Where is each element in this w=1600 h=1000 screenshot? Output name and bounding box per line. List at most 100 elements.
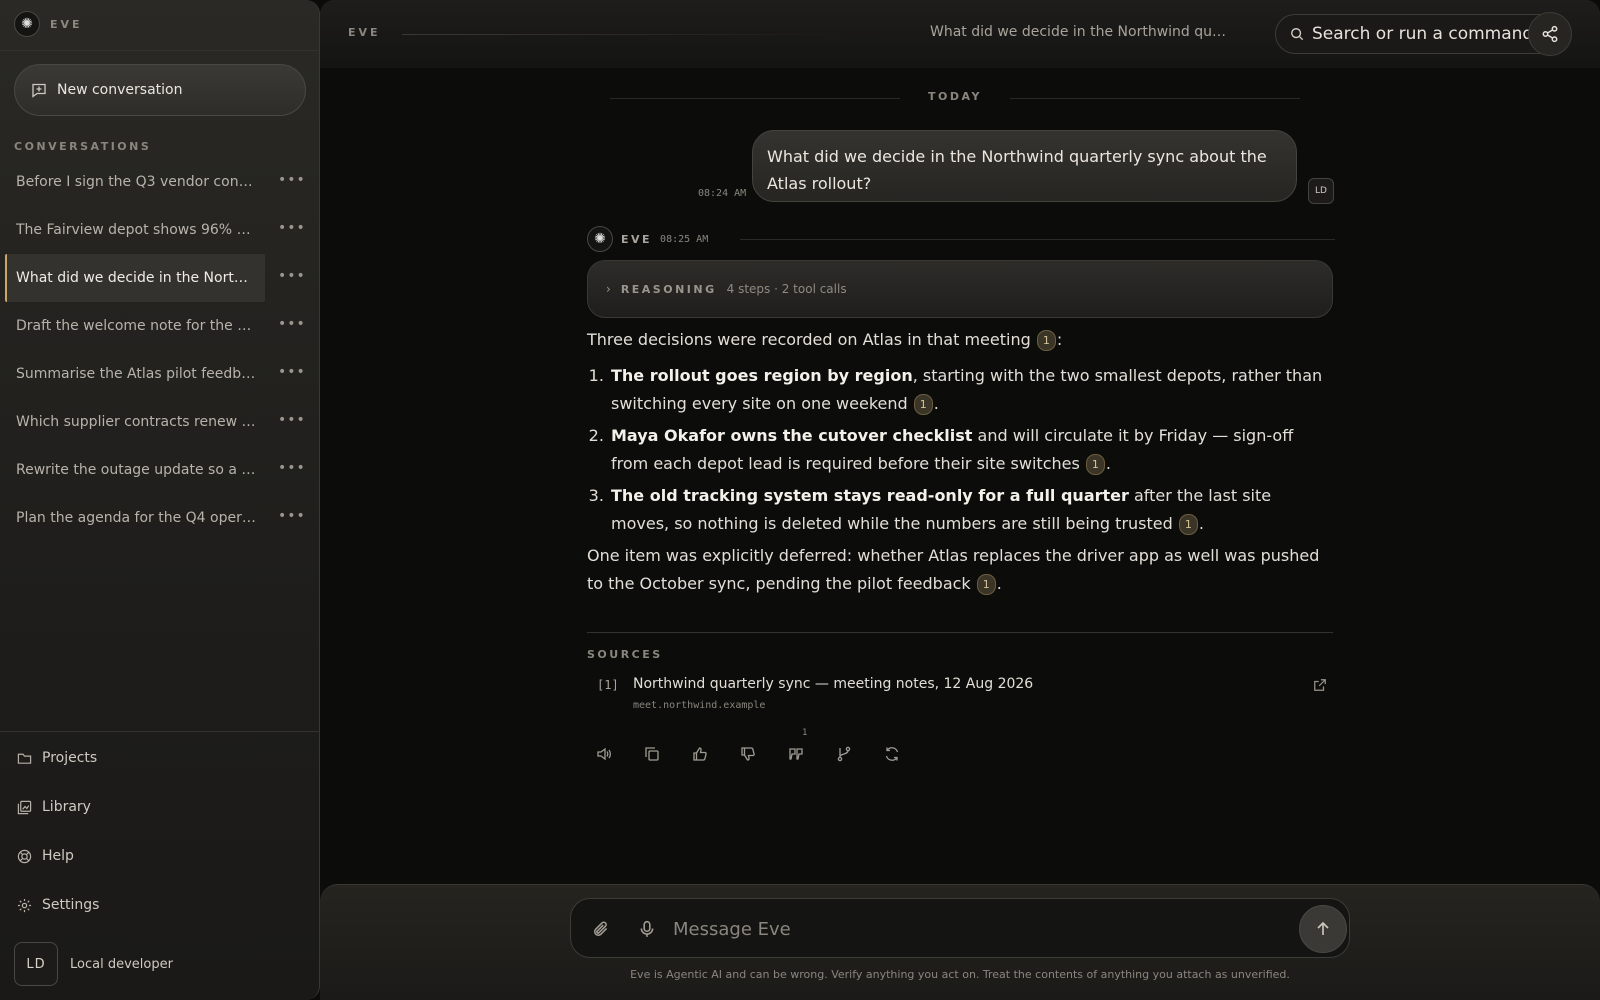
conversation-item[interactable]: Before I sign the Q3 vendor cons... ••• xyxy=(0,158,320,206)
branch-button[interactable] xyxy=(830,740,858,768)
divider xyxy=(740,239,1335,240)
topbar: EVE What did we decide in the Northwind … xyxy=(320,0,1600,68)
conversation-item[interactable]: Draft the welcome note for the ne... ••• xyxy=(0,302,320,350)
nav-library[interactable]: Library xyxy=(16,799,91,815)
conversation-item[interactable]: Which supplier contracts renew in... ••• xyxy=(0,398,320,446)
send-button[interactable] xyxy=(1299,905,1347,953)
day-separator: TODAY xyxy=(928,90,982,103)
assistant-header: ✺ EVE 08:25 AM xyxy=(587,226,708,252)
citation-badge[interactable]: 1 xyxy=(913,394,933,415)
user-profile[interactable]: LD Local developer xyxy=(14,942,173,986)
citation-badge[interactable]: 1 xyxy=(976,574,996,595)
sidebar-brand[interactable]: ✺ EVE xyxy=(14,10,83,38)
more-options-icon[interactable]: ••• xyxy=(278,364,305,384)
thumbs-up-icon xyxy=(693,747,707,761)
copy-button[interactable] xyxy=(638,740,666,768)
list-item: Maya Okafor owns the cutover checklist a… xyxy=(609,422,1333,478)
conversation-title-header: What did we decide in the Northwind quar… xyxy=(930,24,1230,40)
nav-label: Settings xyxy=(42,897,100,913)
quote-count: 1 xyxy=(802,728,808,738)
copy-icon xyxy=(645,747,659,761)
sidebar-divider xyxy=(0,50,320,51)
message-input[interactable] xyxy=(673,915,1273,943)
microphone-icon[interactable] xyxy=(635,917,659,941)
decision-bold: Maya Okafor owns the cutover checklist xyxy=(611,426,973,445)
quote-icon xyxy=(789,748,803,760)
more-options-icon[interactable]: ••• xyxy=(278,412,305,432)
conversation-item[interactable]: Rewrite the outage update so a c... ••• xyxy=(0,446,320,494)
list-item: The old tracking system stays read-only … xyxy=(609,482,1333,538)
list-item: The rollout goes region by region, start… xyxy=(609,362,1333,418)
search-icon xyxy=(1291,28,1304,41)
source-number: [1] xyxy=(597,678,619,692)
main-panel: EVE What did we decide in the Northwind … xyxy=(320,0,1600,1000)
branch-icon xyxy=(837,746,851,762)
read-aloud-button[interactable] xyxy=(590,740,618,768)
speaker-icon xyxy=(597,747,611,761)
conversation-item[interactable]: Plan the agenda for the Q4 operat... ••• xyxy=(0,494,320,542)
nav-label: Library xyxy=(42,799,91,815)
avatar: LD xyxy=(14,942,58,986)
thumbs-down-button[interactable] xyxy=(734,740,762,768)
more-options-icon[interactable]: ••• xyxy=(278,220,305,240)
gear-icon xyxy=(16,897,32,913)
more-options-icon[interactable]: ••• xyxy=(278,460,305,480)
new-conversation-label: New conversation xyxy=(57,82,183,98)
command-search[interactable]: Search or run a command ⌘K xyxy=(1275,14,1565,54)
conversation-title: Rewrite the outage update so a c... xyxy=(16,462,256,478)
topbar-brand: EVE xyxy=(348,26,381,39)
disclaimer: Eve is Agentic AI and can be wrong. Veri… xyxy=(630,968,1290,981)
more-options-icon[interactable]: ••• xyxy=(278,508,305,528)
answer-outro: One item was explicitly deferred: whethe… xyxy=(587,546,1320,595)
new-conversation-button[interactable]: New conversation xyxy=(14,64,306,116)
reasoning-toggle[interactable]: › REASONING 4 steps · 2 tool calls xyxy=(587,260,1333,318)
nav-projects[interactable]: Projects xyxy=(16,750,97,766)
reasoning-meta: 4 steps · 2 tool calls xyxy=(726,282,847,296)
assistant-time: 08:25 AM xyxy=(660,233,709,245)
help-icon xyxy=(16,848,32,864)
more-options-icon[interactable]: ••• xyxy=(278,172,305,192)
search-placeholder: Search or run a command xyxy=(1312,24,1534,44)
citation-badge[interactable]: 1 xyxy=(1036,330,1056,351)
conversation-title: Which supplier contracts renew in... xyxy=(16,414,256,430)
nav-help[interactable]: Help xyxy=(16,848,74,864)
conversation-title: Draft the welcome note for the ne... xyxy=(16,318,256,334)
more-options-icon[interactable]: ••• xyxy=(278,268,305,288)
user-message-avatar: LD xyxy=(1308,178,1334,204)
source-url: meet.northwind.example xyxy=(633,700,766,711)
eve-logo-icon: ✺ xyxy=(14,11,40,37)
sources-label: SOURCES xyxy=(587,648,663,661)
reasoning-label: REASONING xyxy=(620,282,717,296)
user-message-bubble: What did we decide in the Northwind quar… xyxy=(752,130,1297,202)
thumbs-down-icon xyxy=(741,747,755,761)
sidebar-divider xyxy=(0,731,320,732)
nav-settings[interactable]: Settings xyxy=(16,897,99,913)
answer-outro-text: One item was explicitly deferred: whethe… xyxy=(587,546,1320,593)
eve-logo-icon: ✺ xyxy=(587,226,613,252)
assistant-answer: Three decisions were recorded on Atlas i… xyxy=(587,322,1333,598)
conversation-item[interactable]: Summarise the Atlas pilot feedba... ••• xyxy=(0,350,320,398)
attach-icon[interactable] xyxy=(589,917,613,941)
quote-button[interactable]: 1 xyxy=(782,728,810,768)
conversation-item-active[interactable]: What did we decide in the Northwi... ••• xyxy=(0,254,320,302)
arrow-up-icon xyxy=(1317,921,1329,935)
citation-badge[interactable]: 1 xyxy=(1178,514,1198,535)
new-chat-icon xyxy=(32,83,46,98)
conversation-title: The Fairview depot shows 96% uti... xyxy=(16,222,256,238)
source-title[interactable]: Northwind quarterly sync — meeting notes… xyxy=(633,676,1033,692)
folder-icon xyxy=(16,750,32,766)
share-button[interactable] xyxy=(1528,12,1572,56)
decision-bold: The old tracking system stays read-only … xyxy=(611,486,1129,505)
share-icon xyxy=(1542,25,1558,43)
nav-label: Projects xyxy=(42,750,98,766)
thumbs-up-button[interactable] xyxy=(686,740,714,768)
assistant-name: EVE xyxy=(621,232,653,246)
external-link-icon[interactable] xyxy=(1313,678,1327,696)
conversation-title: Before I sign the Q3 vendor cons... xyxy=(16,174,256,190)
conversation-item[interactable]: The Fairview depot shows 96% uti... ••• xyxy=(0,206,320,254)
citation-badge[interactable]: 1 xyxy=(1085,454,1105,475)
regenerate-button[interactable] xyxy=(878,740,906,768)
more-options-icon[interactable]: ••• xyxy=(278,316,305,336)
refresh-icon xyxy=(885,747,899,761)
nav-label: Help xyxy=(42,848,74,864)
